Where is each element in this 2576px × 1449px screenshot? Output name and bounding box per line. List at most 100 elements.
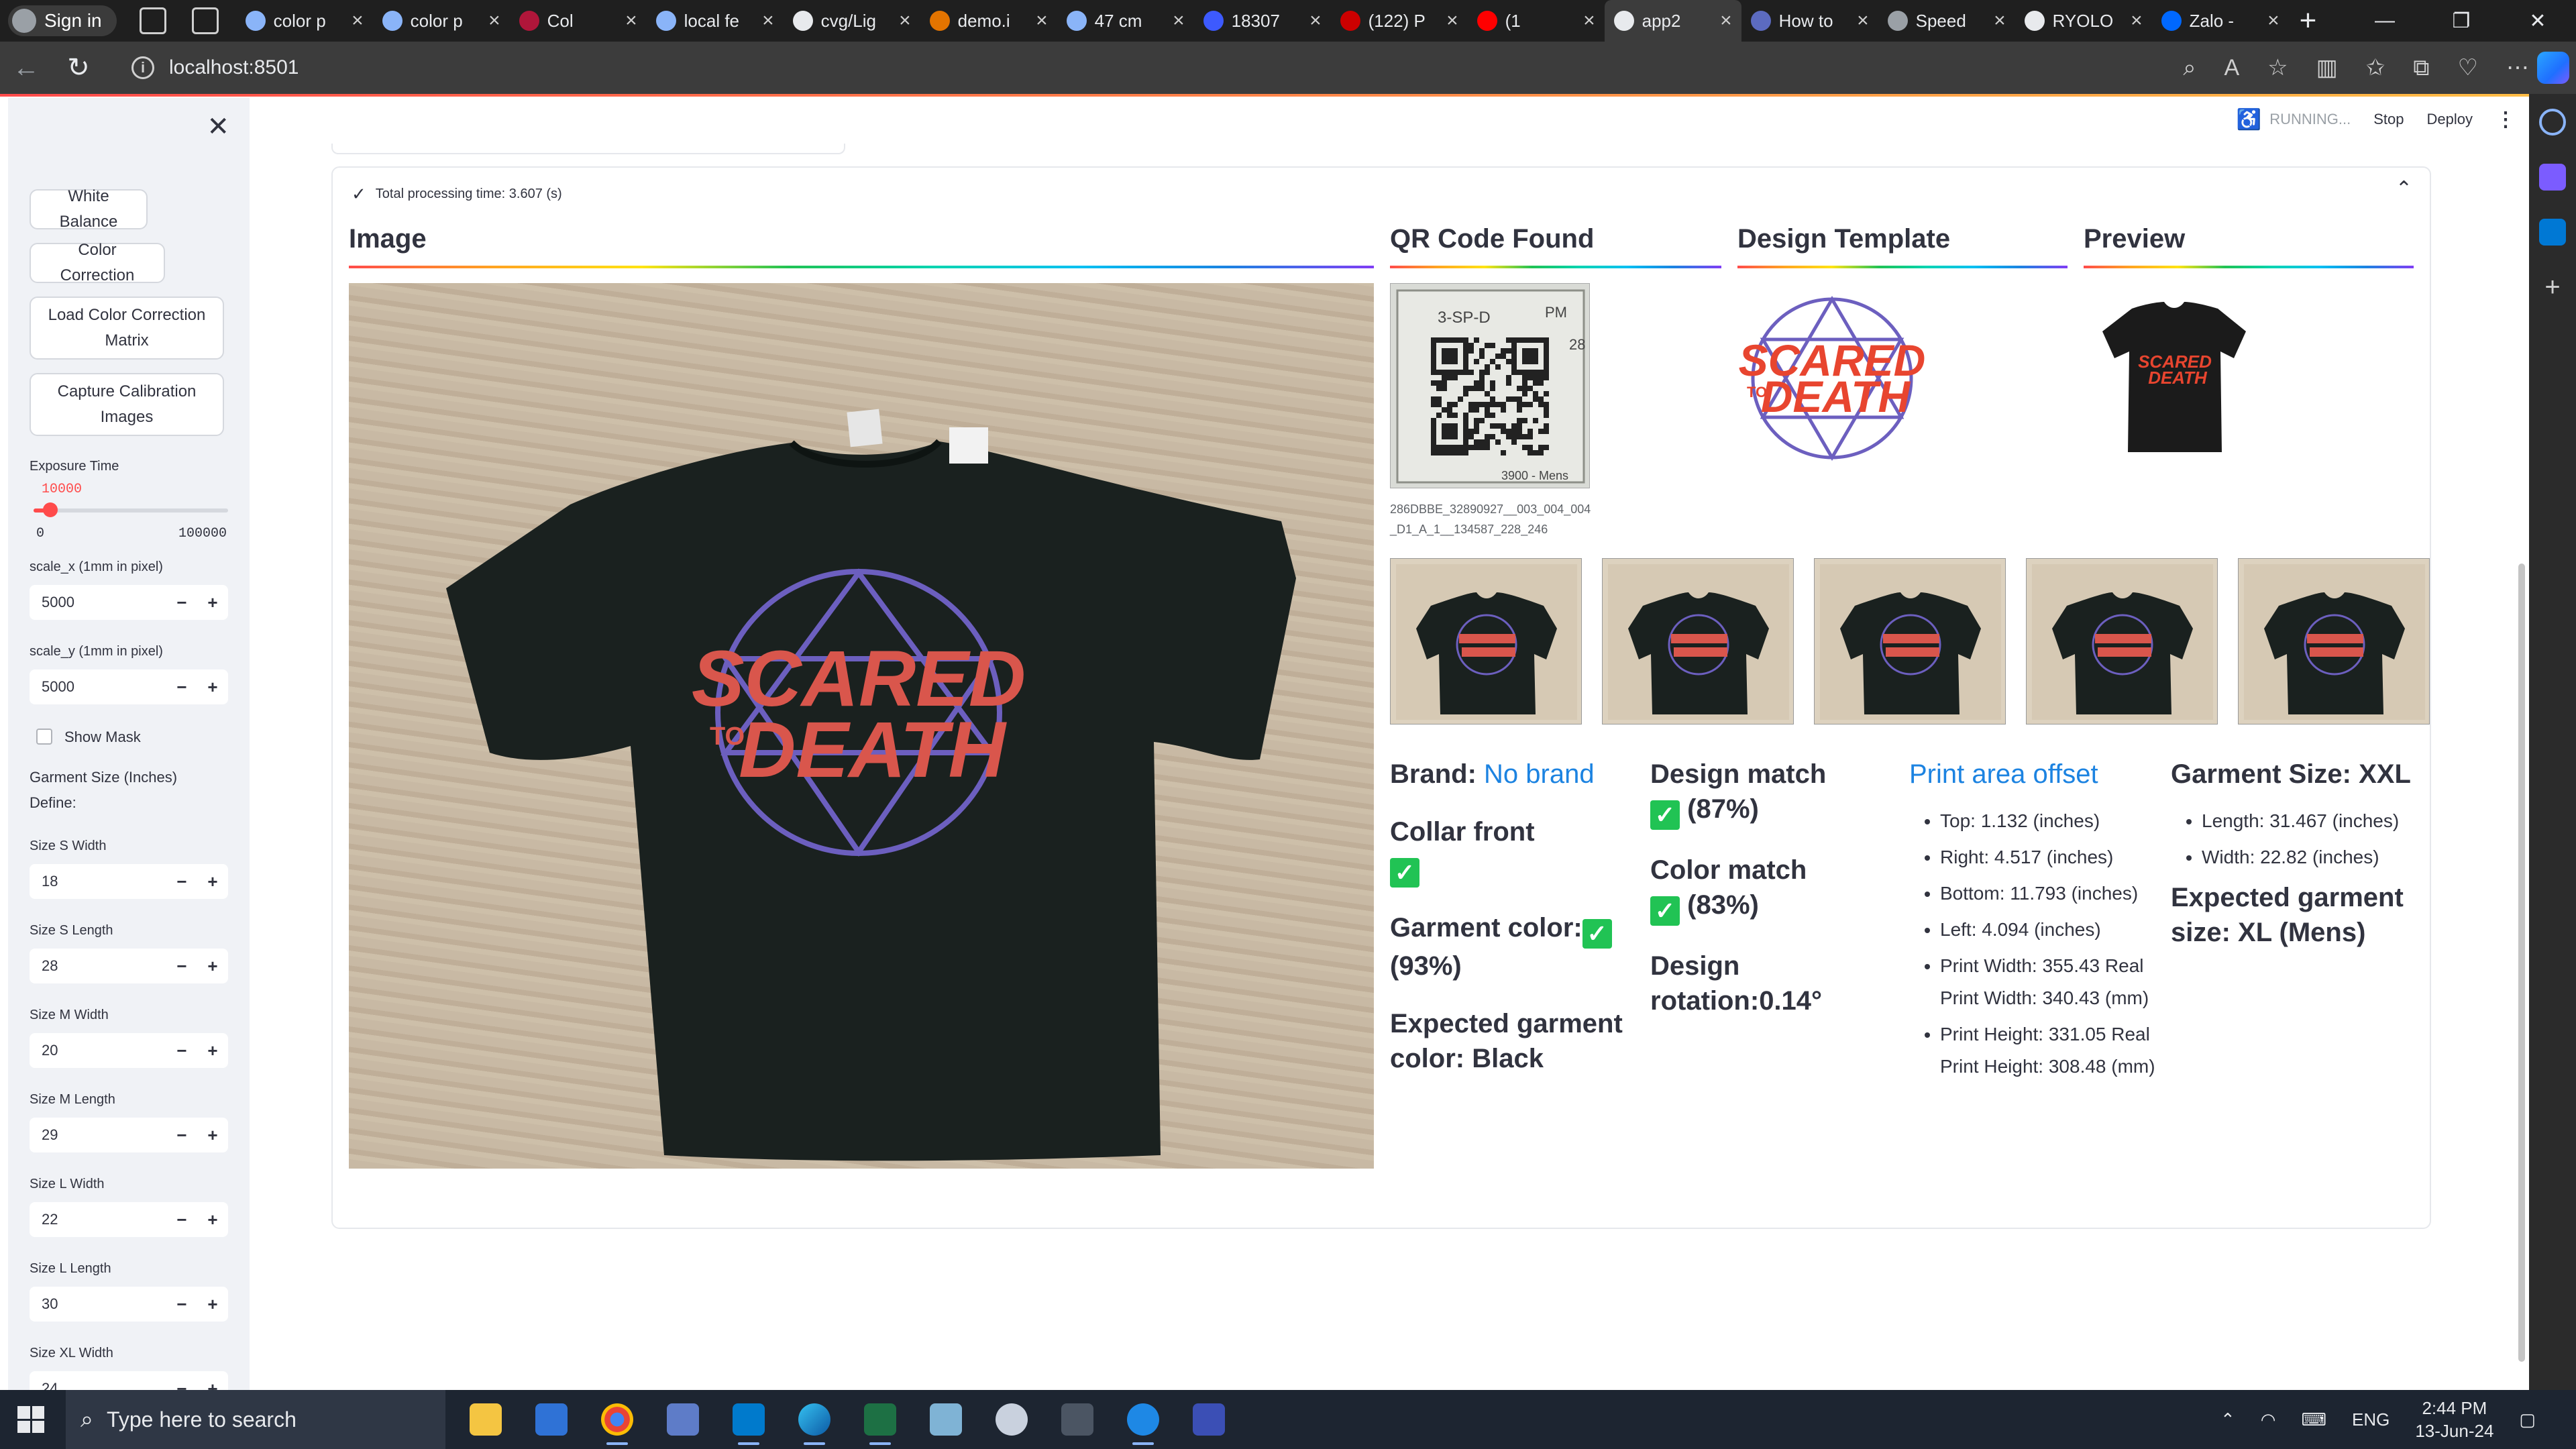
increment-button[interactable]: + (197, 1379, 228, 1391)
browser-tab[interactable]: color p × (236, 0, 373, 42)
clock[interactable]: 2:44 PM 13-Jun-24 (2415, 1397, 2493, 1442)
file-explorer-icon[interactable] (470, 1403, 502, 1436)
outlook-icon[interactable] (2539, 219, 2566, 246)
tab-close-icon[interactable]: × (2267, 9, 2279, 32)
chrome-icon[interactable] (601, 1403, 633, 1445)
decrement-button[interactable]: − (166, 592, 197, 613)
close-sidebar-icon[interactable]: ✕ (207, 111, 229, 142)
increment-button[interactable]: + (197, 1210, 228, 1230)
edge-icon[interactable] (798, 1403, 830, 1445)
chevron-up-icon[interactable]: ⌃ (2220, 1409, 2235, 1430)
taskbar-search[interactable]: ⌕ Type here to search (66, 1390, 445, 1449)
zalo-icon[interactable] (1127, 1403, 1159, 1445)
tab-close-icon[interactable]: × (2131, 9, 2143, 32)
browser-tab[interactable]: Zalo - × (2152, 0, 2289, 42)
browser-tab[interactable]: Col × (510, 0, 647, 42)
size-number-input[interactable]: 18− + (30, 864, 228, 899)
size-number-input[interactable]: 30− + (30, 1287, 228, 1322)
size-number-input[interactable]: 20− + (30, 1033, 228, 1068)
collapse-icon[interactable]: ⌃ (2396, 177, 2412, 201)
read-aloud-icon[interactable]: A (2224, 55, 2239, 81)
browser-tab[interactable]: demo.i × (920, 0, 1057, 42)
vscode-icon[interactable] (733, 1403, 765, 1445)
browser-tab[interactable]: 47 cm × (1057, 0, 1194, 42)
capture-calibration-button[interactable]: Capture Calibration Images (30, 373, 224, 436)
tab-actions-icon[interactable] (191, 7, 219, 34)
browser-tab[interactable]: color p × (373, 0, 510, 42)
increment-button[interactable]: + (197, 1125, 228, 1146)
tab-close-icon[interactable]: × (1720, 9, 1732, 32)
decrement-button[interactable]: − (166, 1379, 197, 1391)
workspaces-icon[interactable] (139, 7, 166, 34)
size-number-input[interactable]: 22− + (30, 1202, 228, 1237)
color-correction-button[interactable]: Color Correction (30, 241, 165, 284)
browser-tab[interactable]: How to × (1741, 0, 1878, 42)
load-matrix-button[interactable]: Load Color Correction Matrix (30, 297, 224, 360)
app-icon[interactable] (1193, 1403, 1225, 1436)
add-icon[interactable]: + (2539, 274, 2566, 301)
favorites-icon[interactable]: ✩ (2366, 54, 2385, 81)
exposure-slider-handle[interactable] (43, 502, 58, 517)
browser-tab[interactable]: (122) P × (1331, 0, 1468, 42)
decrement-button[interactable]: − (166, 1040, 197, 1061)
scale-y-input[interactable]: 5000 − + (30, 669, 228, 704)
scale-x-value[interactable]: 5000 (30, 594, 166, 611)
page-scrollbar[interactable] (2518, 564, 2525, 1362)
decrement-button[interactable]: − (166, 871, 197, 892)
store-icon[interactable] (535, 1403, 568, 1436)
browser-tab[interactable]: (1 × (1468, 0, 1605, 42)
favorite-star-icon[interactable]: ☆ (2267, 54, 2288, 81)
browser-tab[interactable]: cvg/Lig × (784, 0, 920, 42)
tab-close-icon[interactable]: × (488, 9, 500, 32)
tab-close-icon[interactable]: × (352, 9, 364, 32)
tab-close-icon[interactable]: × (625, 9, 637, 32)
browser-essentials-icon[interactable]: ♡ (2458, 54, 2478, 81)
increment-button[interactable]: + (197, 956, 228, 977)
tab-close-icon[interactable]: × (1994, 9, 2006, 32)
size-value[interactable]: 18 (30, 873, 166, 890)
size-number-input[interactable]: 29− + (30, 1118, 228, 1152)
tab-close-icon[interactable]: × (1309, 9, 1322, 32)
keyboard-icon[interactable]: ⌨ (2301, 1409, 2326, 1430)
excel-icon[interactable] (864, 1403, 896, 1445)
browser-tab[interactable]: app2 × (1604, 0, 1741, 42)
tab-close-icon[interactable]: × (1446, 9, 1458, 32)
back-icon[interactable]: ← (0, 42, 52, 94)
decrement-button[interactable]: − (166, 1294, 197, 1315)
search-icon[interactable] (2539, 109, 2566, 136)
decrement-button[interactable]: − (166, 956, 197, 977)
increment-button[interactable]: + (197, 592, 228, 613)
paint-icon[interactable] (996, 1403, 1028, 1436)
scale-x-input[interactable]: 5000 − + (30, 585, 228, 620)
notifications-icon[interactable]: ▢ (2519, 1409, 2536, 1430)
new-tab-icon[interactable]: + (2300, 4, 2317, 38)
white-balance-button[interactable]: White Balance (30, 187, 148, 231)
wifi-icon[interactable]: ◠ (2261, 1409, 2276, 1430)
refresh-icon[interactable]: ↻ (52, 42, 105, 94)
size-value[interactable]: 22 (30, 1211, 166, 1228)
split-screen-icon[interactable]: ▥ (2316, 54, 2338, 81)
size-value[interactable]: 24 (30, 1380, 166, 1390)
stop-button[interactable]: Stop (2373, 111, 2404, 128)
restore-icon[interactable]: ❐ (2423, 0, 2500, 42)
scale-y-value[interactable]: 5000 (30, 678, 166, 696)
minimize-icon[interactable]: — (2347, 0, 2423, 42)
tab-close-icon[interactable]: × (1036, 9, 1048, 32)
decrement-button[interactable]: − (166, 1125, 197, 1146)
url-field[interactable]: i localhost:8501 (131, 56, 299, 79)
show-mask-checkbox[interactable] (36, 729, 52, 745)
language-indicator[interactable]: ENG (2352, 1409, 2390, 1430)
browser-tab[interactable]: RYOLO × (2015, 0, 2152, 42)
tab-close-icon[interactable]: × (899, 9, 911, 32)
decrement-button[interactable]: − (166, 677, 197, 698)
more-menu-icon[interactable]: ⋯ (2506, 54, 2529, 81)
collections-icon[interactable]: ⧉ (2413, 55, 2429, 81)
increment-button[interactable]: + (197, 677, 228, 698)
site-info-icon[interactable]: i (131, 56, 154, 79)
size-value[interactable]: 20 (30, 1042, 166, 1059)
tab-close-icon[interactable]: × (1857, 9, 1869, 32)
status-header[interactable]: ✓ Total processing time: 3.607 (s) (352, 184, 562, 205)
tab-close-icon[interactable]: × (1583, 9, 1595, 32)
copilot-sidebar-icon[interactable] (2539, 164, 2566, 191)
zoom-icon[interactable]: ⌕ (2183, 55, 2196, 81)
